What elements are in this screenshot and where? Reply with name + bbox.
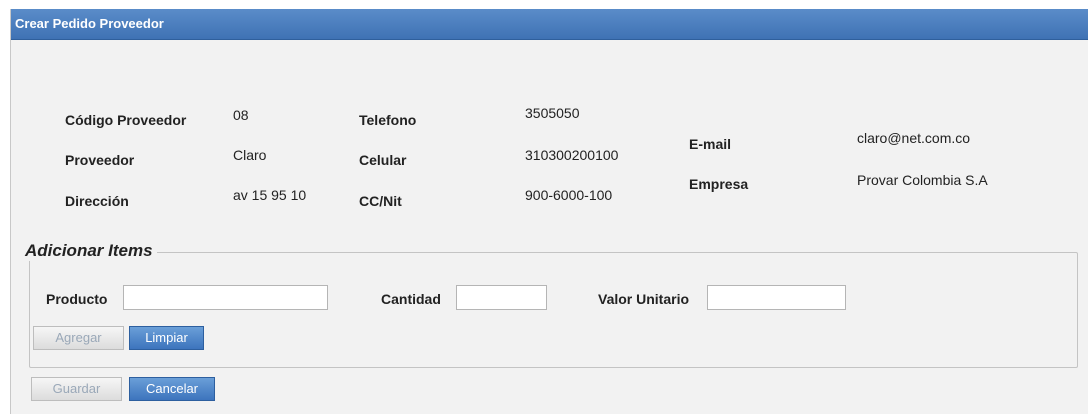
email-label: E-mail <box>689 136 732 152</box>
create-supplier-order-panel: Crear Pedido Proveedor Código Proveedor … <box>10 9 1088 414</box>
add-items-fieldset <box>29 252 1078 368</box>
cantidad-label: Cantidad <box>381 291 441 307</box>
cancelar-button[interactable]: Cancelar <box>129 377 215 401</box>
panel-title: Crear Pedido Proveedor <box>15 16 164 31</box>
email-value: claro@net.com.co <box>857 130 971 146</box>
proveedor-label: Proveedor <box>65 152 135 168</box>
telefono-value: 3505050 <box>525 105 580 121</box>
guardar-button[interactable]: Guardar <box>31 377 122 401</box>
add-items-legend: Adicionar Items <box>21 241 157 261</box>
panel-titlebar: Crear Pedido Proveedor <box>11 9 1088 40</box>
valor-unitario-input[interactable] <box>707 285 846 310</box>
ccnit-value: 900-6000-100 <box>525 187 613 203</box>
agregar-button[interactable]: Agregar <box>33 326 124 350</box>
cantidad-input[interactable] <box>456 285 547 310</box>
direccion-value: av 15 95 10 <box>233 187 307 203</box>
codigo-proveedor-value: 08 <box>233 107 249 123</box>
limpiar-button[interactable]: Limpiar <box>129 326 204 350</box>
celular-label: Celular <box>359 152 407 168</box>
producto-label: Producto <box>46 291 108 307</box>
direccion-label: Dirección <box>65 193 129 209</box>
empresa-value: Provar Colombia S.A <box>857 172 988 188</box>
telefono-label: Telefono <box>359 112 417 128</box>
ccnit-label: CC/Nit <box>359 193 402 209</box>
producto-input[interactable] <box>123 285 328 310</box>
empresa-label: Empresa <box>689 176 749 192</box>
celular-value: 310300200100 <box>525 147 619 163</box>
codigo-proveedor-label: Código Proveedor <box>65 112 187 128</box>
valor-unitario-label: Valor Unitario <box>598 291 690 307</box>
proveedor-value: Claro <box>233 147 267 163</box>
